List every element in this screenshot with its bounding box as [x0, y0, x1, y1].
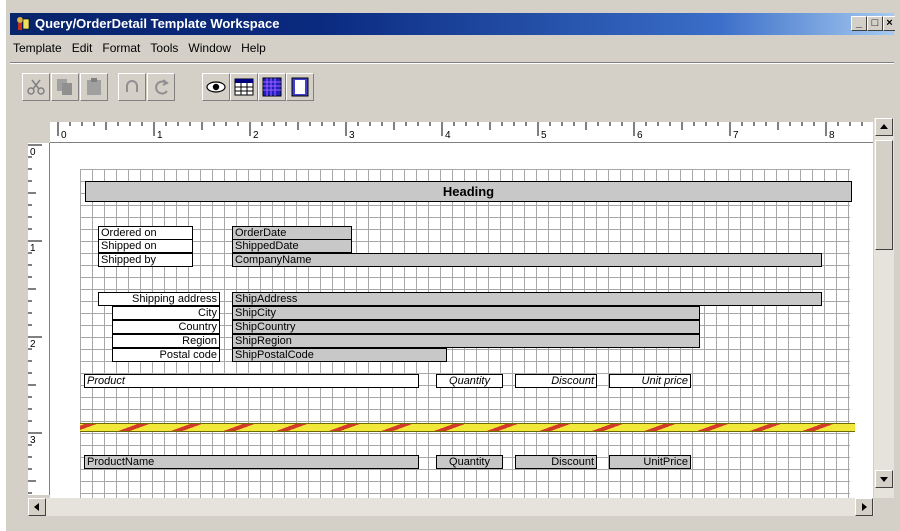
scroll-up-button[interactable]: [875, 118, 893, 136]
title-bar[interactable]: Query/OrderDetail Template Workspace _ □…: [10, 13, 895, 35]
template-canvas[interactable]: Heading Ordered on Shipped on Shipped by…: [50, 143, 873, 498]
discount-column-header[interactable]: Discount: [515, 374, 597, 388]
ruler-label-2: 2: [253, 130, 259, 141]
workspace-window: Query/OrderDetail Template Workspace _ □…: [6, 0, 900, 531]
ruler-label-3: 3: [349, 130, 355, 141]
shipping-address-label[interactable]: Shipping address: [98, 292, 220, 306]
vruler-label-2: 2: [30, 339, 36, 350]
menu-format[interactable]: Format: [99, 38, 147, 58]
scroll-right-button[interactable]: [855, 498, 873, 516]
ruler-label-8: 8: [829, 130, 835, 141]
product-name-field[interactable]: ProductName: [84, 455, 419, 469]
menu-bar: Template Edit Format Tools Window Help: [10, 38, 273, 58]
ship-country-field[interactable]: ShipCountry: [232, 320, 700, 334]
redo-button[interactable]: [147, 73, 175, 101]
ruler-label-0: 0: [61, 130, 67, 141]
menu-help[interactable]: Help: [238, 38, 273, 58]
menu-window[interactable]: Window: [185, 38, 238, 58]
window-title: Query/OrderDetail Template Workspace: [35, 16, 280, 31]
minimize-button[interactable]: _: [851, 16, 867, 31]
scroll-down-button[interactable]: [875, 470, 893, 488]
undo-icon: [126, 80, 138, 92]
preview-button[interactable]: [202, 73, 230, 101]
grid-view-icon: [234, 78, 254, 96]
toolbar-separator: [10, 62, 894, 64]
arrow-left-icon: [34, 503, 39, 511]
company-name-field[interactable]: CompanyName: [232, 253, 822, 267]
shipped-by-label[interactable]: Shipped by: [98, 253, 193, 267]
close-button[interactable]: ×: [883, 16, 895, 31]
paste-icon: [87, 78, 101, 95]
shipped-on-label[interactable]: Shipped on: [98, 239, 193, 253]
ruler-label-7: 7: [733, 130, 739, 141]
vruler-label-1: 1: [30, 243, 36, 254]
arrow-down-icon: [880, 477, 888, 482]
grid-view-button[interactable]: [230, 73, 258, 101]
page-layout-icon: [291, 77, 309, 97]
postal-code-label[interactable]: Postal code: [112, 348, 220, 362]
copy-button[interactable]: [51, 73, 79, 101]
horizontal-ruler: 0 1 2 3 4 5 6 7 8: [50, 122, 873, 143]
cut-icon: [27, 79, 45, 95]
ship-postal-code-field[interactable]: ShipPostalCode: [232, 348, 447, 362]
color-grid-icon: [262, 77, 282, 97]
menu-template[interactable]: Template: [10, 38, 69, 58]
ordered-on-label[interactable]: Ordered on: [98, 226, 193, 240]
maximize-button[interactable]: □: [867, 16, 883, 31]
heading-field[interactable]: Heading: [85, 181, 852, 202]
undo-button[interactable]: [118, 73, 146, 101]
horizontal-scrollbar[interactable]: [28, 498, 874, 516]
unit-price-column-header[interactable]: Unit price: [609, 374, 691, 388]
product-column-header[interactable]: Product: [84, 374, 419, 388]
vertical-ruler: 0 1 2 3: [28, 143, 50, 495]
preview-eye-icon: [206, 81, 226, 93]
ruler-label-4: 4: [445, 130, 451, 141]
color-grid-button[interactable]: [258, 73, 286, 101]
unit-price-field[interactable]: UnitPrice: [609, 455, 691, 469]
arrow-right-icon: [862, 503, 867, 511]
ruler-label-5: 5: [541, 130, 547, 141]
ship-address-field[interactable]: ShipAddress: [232, 292, 822, 306]
city-label[interactable]: City: [112, 306, 220, 320]
redo-icon: [155, 79, 169, 95]
arrow-up-icon: [880, 124, 888, 129]
quantity-column-header[interactable]: Quantity: [436, 374, 503, 388]
shipped-date-field[interactable]: ShippedDate: [232, 239, 352, 253]
horizontal-ruler-ticks: [57, 122, 863, 136]
section-separator-band[interactable]: [80, 423, 855, 432]
order-date-field[interactable]: OrderDate: [232, 226, 352, 240]
quantity-field[interactable]: Quantity: [436, 455, 503, 469]
page-layout-button[interactable]: [286, 73, 314, 101]
scroll-left-button[interactable]: [28, 498, 46, 516]
vruler-label-3: 3: [30, 435, 36, 446]
ruler-label-1: 1: [157, 130, 163, 141]
ruler-label-6: 6: [637, 130, 643, 141]
cut-button[interactable]: [22, 73, 50, 101]
menu-tools[interactable]: Tools: [147, 38, 185, 58]
menu-edit[interactable]: Edit: [69, 38, 100, 58]
vruler-label-0: 0: [30, 147, 36, 158]
copy-icon: [57, 79, 72, 95]
ship-city-field[interactable]: ShipCity: [232, 306, 700, 320]
region-label[interactable]: Region: [112, 334, 220, 348]
paste-button[interactable]: [80, 73, 108, 101]
discount-field[interactable]: Discount: [515, 455, 597, 469]
ship-region-field[interactable]: ShipRegion: [232, 334, 700, 348]
vertical-scroll-thumb[interactable]: [875, 140, 893, 250]
country-label[interactable]: Country: [112, 320, 220, 334]
vertical-scrollbar[interactable]: [874, 118, 894, 498]
app-icon: [17, 17, 30, 30]
